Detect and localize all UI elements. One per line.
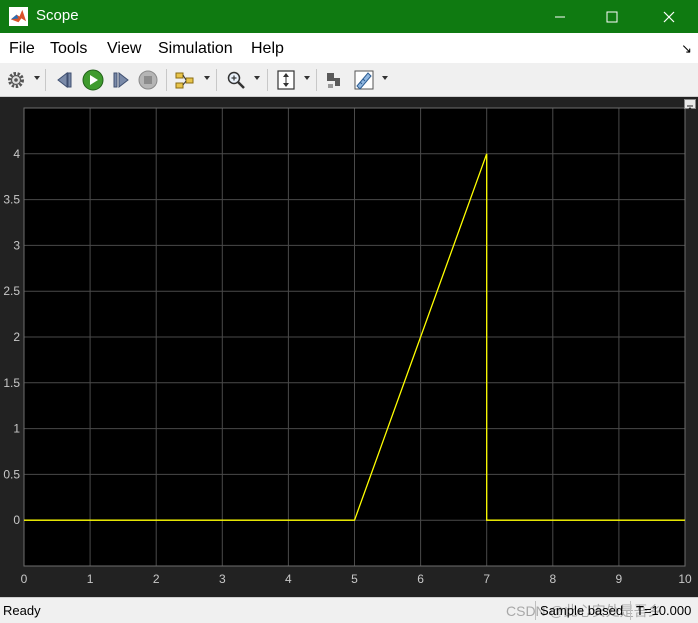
toolbar-separator (316, 69, 317, 91)
restore-layout-button[interactable] (684, 99, 696, 111)
x-tick-label: 0 (21, 572, 28, 586)
signal-selector-icon (175, 72, 194, 89)
x-tick-label: 7 (483, 572, 490, 586)
settings-dropdown-icon[interactable] (34, 76, 40, 80)
stop-icon (138, 70, 158, 90)
y-tick-label: 0 (13, 513, 20, 527)
status-time: T=10.000 (636, 603, 692, 618)
fit-axes-icon (277, 70, 295, 90)
zoom-in-icon (227, 71, 245, 89)
menu-file[interactable]: File (9, 40, 35, 58)
menu-tools[interactable]: Tools (50, 40, 87, 58)
highlight-block-button[interactable] (323, 68, 345, 92)
toolbar-separator (267, 69, 268, 91)
y-tick-label: 1.5 (3, 376, 20, 390)
undock-arrow-icon (687, 105, 693, 111)
y-tick-label: 3 (13, 238, 20, 252)
menu-simulation[interactable]: Simulation (158, 40, 233, 58)
x-tick-label: 2 (153, 572, 160, 586)
toolbar (0, 63, 698, 97)
stop-button[interactable] (137, 68, 159, 92)
measurement-dropdown-icon[interactable] (382, 76, 388, 80)
step-back-button[interactable] (54, 68, 76, 92)
zoom-dropdown-icon[interactable] (254, 76, 260, 80)
step-forward-icon (113, 71, 129, 89)
zoom-button[interactable] (224, 68, 248, 92)
dock-arrow-icon[interactable]: ↘ (681, 41, 692, 57)
x-tick-label: 9 (616, 572, 623, 586)
status-divider (535, 601, 536, 620)
toolbar-separator (166, 69, 167, 91)
highlight-block-icon (327, 73, 340, 88)
scope-plot[interactable]: 0 1 2 3 4 5 6 7 8 9 10 0 0.5 1 1.5 2 2.5 3 3.5 4 (0, 97, 698, 597)
scope-display: 0 1 2 3 4 5 6 7 8 9 10 0 0.5 1 1.5 2 2.5 3 3.5 4 (0, 97, 698, 597)
y-tick-label: 3.5 (3, 193, 20, 207)
status-bar: Ready CSDN @此心安处是吾乡 Sample based T=10.00… (0, 597, 698, 623)
y-tick-label: 2 (13, 330, 20, 344)
step-forward-button[interactable] (110, 68, 132, 92)
y-tick-label: 0.5 (3, 467, 20, 481)
run-icon (82, 69, 104, 91)
status-ready: Ready (3, 603, 41, 618)
menu-view[interactable]: View (107, 40, 141, 58)
maximize-button[interactable] (589, 0, 635, 33)
run-button[interactable] (81, 68, 105, 92)
gear-icon (8, 72, 24, 88)
x-tick-label: 1 (87, 572, 94, 586)
fit-axes-button[interactable] (274, 68, 298, 92)
status-divider (630, 601, 631, 620)
y-tick-label: 1 (13, 422, 20, 436)
scope-window: Scope File Tools View Simulation Help ↘ (0, 0, 698, 623)
fit-axes-dropdown-icon[interactable] (304, 76, 310, 80)
x-tick-label: 8 (549, 572, 556, 586)
x-tick-label: 6 (417, 572, 424, 586)
step-back-icon (57, 71, 72, 89)
toolbar-separator (216, 69, 217, 91)
settings-button[interactable] (5, 68, 27, 92)
y-tick-label: 4 (13, 147, 20, 161)
toolbar-separator (45, 69, 46, 91)
x-tick-label: 3 (219, 572, 226, 586)
x-tick-label: 10 (678, 572, 692, 586)
x-tick-label: 5 (351, 572, 358, 586)
menu-help[interactable]: Help (251, 40, 284, 58)
measurement-icon (354, 70, 374, 90)
x-tick-label: 4 (285, 572, 292, 586)
matlab-logo-icon (9, 7, 28, 26)
title-bar[interactable]: Scope (0, 0, 698, 33)
signal-selector-button[interactable] (173, 68, 197, 92)
close-icon (663, 11, 675, 22)
measurement-button[interactable] (352, 68, 376, 92)
close-button[interactable] (646, 0, 692, 33)
minimize-button[interactable] (537, 0, 583, 33)
signal-selector-dropdown-icon[interactable] (204, 76, 210, 80)
status-sample-mode: Sample based (540, 603, 624, 618)
maximize-icon (606, 11, 618, 22)
y-tick-label: 2.5 (3, 284, 20, 298)
window-title: Scope (36, 7, 79, 24)
menu-bar: File Tools View Simulation Help ↘ (0, 33, 698, 63)
minimize-icon (555, 16, 565, 17)
